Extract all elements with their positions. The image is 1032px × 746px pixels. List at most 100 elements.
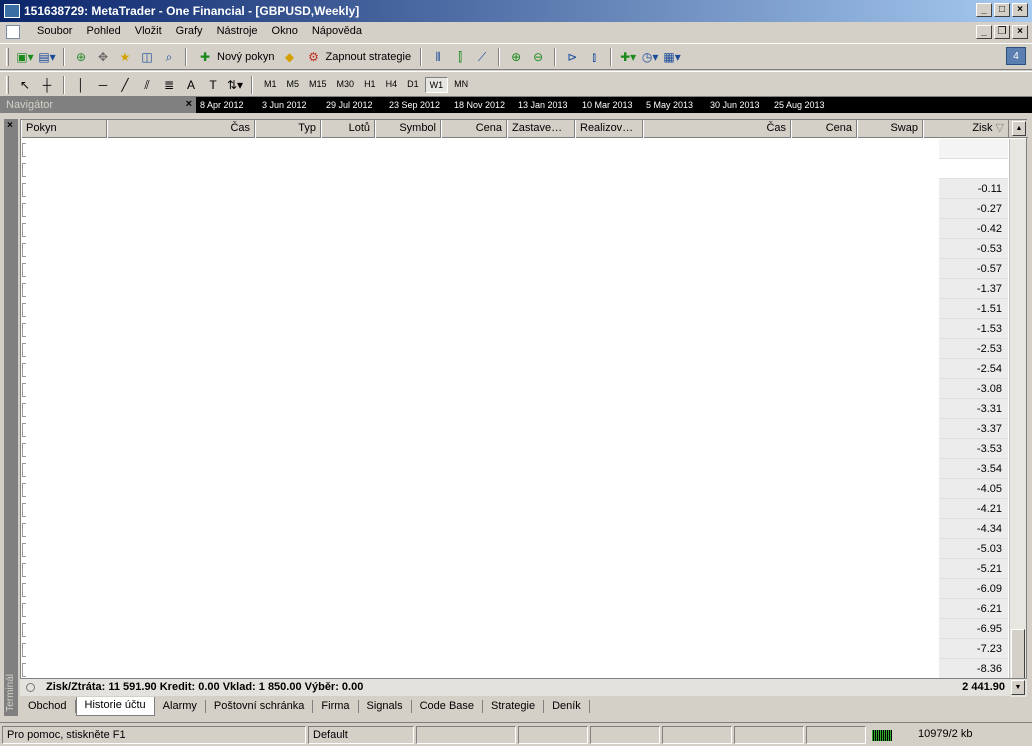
menu-item[interactable]: Grafy [169,25,210,37]
chart-shift-icon[interactable]: ⫾ [585,48,603,66]
cursor-icon[interactable]: ↖ [16,76,34,94]
column-header[interactable]: Swap [857,120,923,138]
timeframe-w1-button[interactable]: W1 [424,77,449,93]
menu-item[interactable]: Okno [265,25,305,37]
trendline-icon[interactable]: ╱ [116,76,134,94]
profiles-icon[interactable]: ▤▾ [38,48,56,66]
vertical-line-icon[interactable]: │ [72,76,90,94]
timeframe-h4-button[interactable]: H4 [382,77,402,93]
table-row[interactable] [21,579,939,599]
table-row[interactable] [21,219,939,239]
periods-icon[interactable]: ◷▾ [641,48,659,66]
table-row[interactable] [21,259,939,279]
minimize-button[interactable]: _ [976,3,992,17]
table-row[interactable] [21,619,939,639]
column-header[interactable]: Lotů [321,120,375,138]
column-header[interactable]: Čas [107,120,255,138]
navigator-close-icon[interactable]: × [186,98,192,110]
toolbar-grip[interactable] [6,48,9,66]
table-row[interactable] [21,439,939,459]
line-chart-icon[interactable]: ⟋ [473,48,491,66]
table-row[interactable] [21,459,939,479]
mdi-restore-button[interactable]: ❐ [994,25,1010,39]
timeframe-m5-button[interactable]: M5 [283,77,304,93]
table-row[interactable] [21,599,939,619]
close-button[interactable]: × [1012,3,1028,17]
menu-item[interactable]: Vložit [128,25,169,37]
table-row[interactable] [21,559,939,579]
templates-icon[interactable]: ▦▾ [663,48,681,66]
column-header[interactable]: Zastave… [507,120,575,138]
arrows-icon[interactable]: ⇅▾ [226,76,244,94]
navigator-icon[interactable]: ★ [116,48,134,66]
mdi-close-button[interactable]: × [1012,25,1028,39]
tab-2[interactable]: Alarmy [155,700,206,713]
vertical-scrollbar[interactable] [1009,139,1026,697]
tab-8[interactable]: Deník [544,700,590,713]
menu-item[interactable]: Pohled [79,25,127,37]
column-header[interactable]: Realizov… [575,120,643,138]
scrollbar-thumb[interactable] [1011,629,1025,679]
timeframe-mn-button[interactable]: MN [450,77,472,93]
table-row[interactable] [21,139,939,159]
column-header[interactable]: Čas [643,120,791,138]
table-row[interactable] [21,359,939,379]
tab-4[interactable]: Firma [313,700,359,713]
indicators-icon[interactable]: ✚▾ [619,48,637,66]
table-row[interactable] [21,279,939,299]
new-chart-icon[interactable]: ▣▾ [16,48,34,66]
toolbar-grip[interactable] [6,76,9,94]
column-header[interactable]: Pokyn [21,120,107,138]
scroll-down-button[interactable]: ▼ [1011,680,1025,695]
table-row[interactable] [21,199,939,219]
table-row[interactable] [21,539,939,559]
table-row[interactable] [21,319,939,339]
scroll-up-button[interactable]: ▲ [1012,121,1026,136]
text-icon[interactable]: A [182,76,200,94]
autoscroll-icon[interactable]: ⊳ [563,48,581,66]
notifications-badge[interactable]: 4 [1006,47,1026,65]
column-header[interactable]: Cena [791,120,857,138]
table-row[interactable] [21,519,939,539]
tab-6[interactable]: Code Base [412,700,484,713]
table-row[interactable] [21,339,939,359]
zoom-in-icon[interactable]: ⊕ [507,48,525,66]
tab-5[interactable]: Signals [359,700,412,713]
text-label-icon[interactable]: T [204,76,222,94]
tab-1[interactable]: Historie účtu [75,697,155,716]
channel-icon[interactable]: ⫽ [138,76,156,94]
table-row[interactable] [21,399,939,419]
menu-item[interactable]: Nástroje [210,25,265,37]
terminal-close-icon[interactable]: × [7,120,13,131]
column-header[interactable]: Typ [255,120,321,138]
metaeditor-icon[interactable]: ◆ [280,48,298,66]
table-row[interactable] [21,659,939,679]
tab-3[interactable]: Poštovní schránka [206,700,314,713]
timeframe-m30-button[interactable]: M30 [333,77,359,93]
table-row[interactable] [21,159,939,179]
mdi-minimize-button[interactable]: _ [976,25,992,39]
bar-chart-icon[interactable]: ⫴ [429,48,447,66]
horizontal-line-icon[interactable]: ─ [94,76,112,94]
maximize-button[interactable]: □ [994,3,1010,17]
timeframe-d1-button[interactable]: D1 [403,77,423,93]
column-header[interactable]: Symbol [375,120,441,138]
strategy-tester-icon[interactable]: ⌕ [160,48,178,66]
column-header[interactable]: Cena [441,120,507,138]
new-order-button[interactable]: ✚ Nový pokyn [194,48,276,66]
table-row[interactable] [21,499,939,519]
timeframe-h1-button[interactable]: H1 [360,77,380,93]
table-row[interactable] [21,379,939,399]
table-row[interactable] [21,179,939,199]
table-row[interactable] [21,639,939,659]
menu-item[interactable]: Soubor [30,25,79,37]
tab-0[interactable]: Obchod [20,700,76,713]
column-header[interactable]: Zisk ▽ [923,120,1009,138]
table-row[interactable] [21,419,939,439]
document-icon[interactable] [6,25,20,39]
table-row[interactable] [21,299,939,319]
tab-7[interactable]: Strategie [483,700,545,713]
table-row[interactable] [21,239,939,259]
crosshair-icon[interactable]: ┼ [38,76,56,94]
fibonacci-icon[interactable]: ≣ [160,76,178,94]
